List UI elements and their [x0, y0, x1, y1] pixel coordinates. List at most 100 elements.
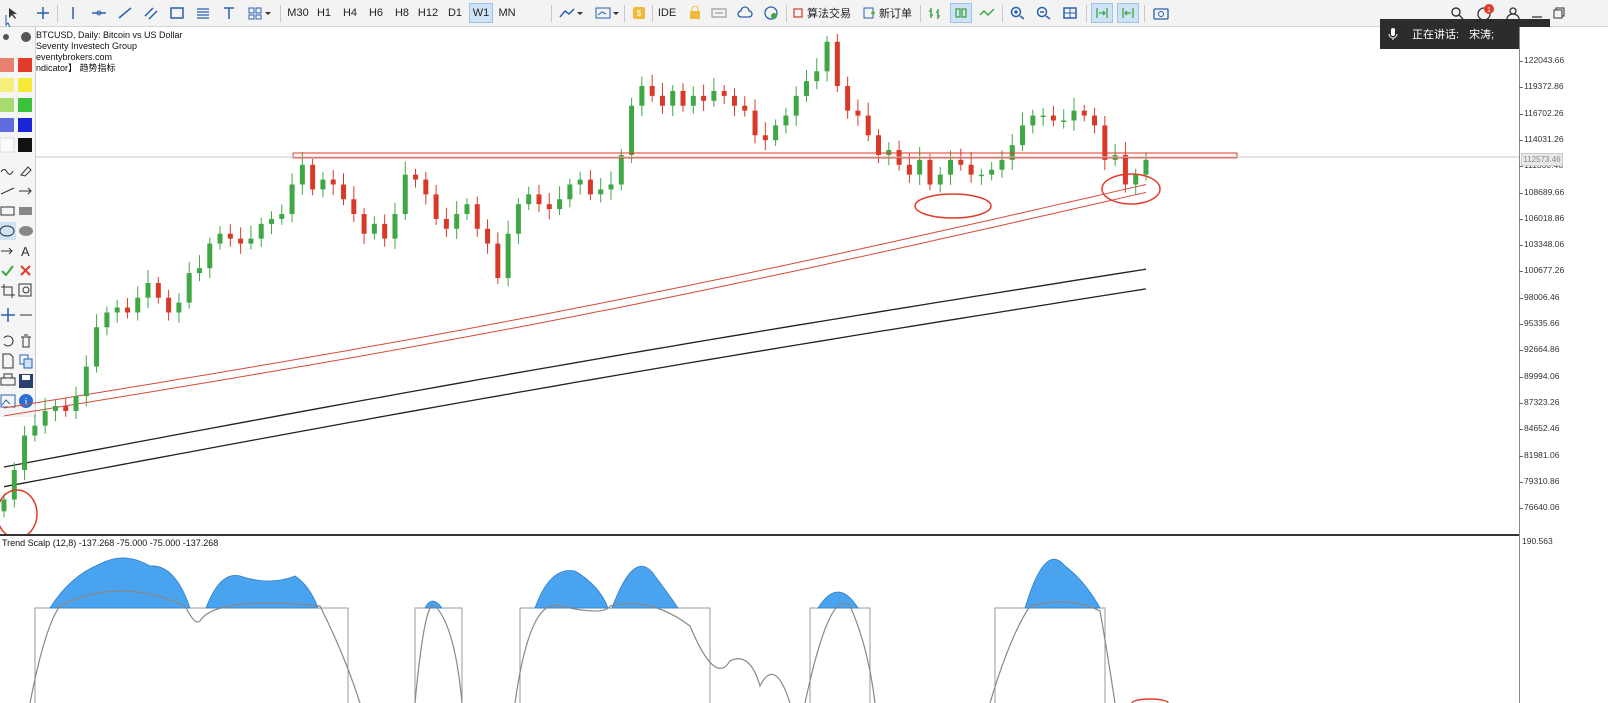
candle-body: [803, 81, 809, 96]
candle-body: [104, 312, 110, 328]
candle-body: [22, 435, 28, 470]
candle-body: [289, 184, 295, 215]
indicator-fill-area: [534, 570, 609, 609]
chart-type-dropdown-icon[interactable]: [556, 3, 586, 23]
candle-body: [94, 327, 100, 367]
algo-trading-button[interactable]: 算法交易: [790, 3, 856, 23]
indicator-pane[interactable]: [0, 536, 1519, 703]
candle-body: [587, 179, 593, 195]
template-dropdown-icon[interactable]: [592, 3, 622, 23]
restore-icon[interactable]: [1548, 3, 1570, 23]
timeframe-mn[interactable]: [521, 3, 547, 23]
timeframe-m30[interactable]: M30: [285, 3, 311, 23]
indicator-step-line: [994, 607, 1106, 703]
fibonacci-icon[interactable]: [192, 3, 214, 23]
trendline-icon[interactable]: [114, 3, 136, 23]
price-chart[interactable]: [0, 27, 1519, 534]
autoscroll-icon[interactable]: [1091, 3, 1113, 23]
candle-body: [649, 86, 655, 96]
price-scale-label: 122043.66: [1518, 55, 1565, 65]
coin-icon[interactable]: $: [628, 3, 650, 23]
candle-body: [546, 204, 552, 210]
candle-body: [413, 174, 419, 180]
new-order-label: 新订单: [879, 8, 912, 20]
line-chart-icon[interactable]: [976, 3, 998, 23]
signals-icon[interactable]: [708, 3, 730, 23]
candle-body: [166, 297, 172, 313]
candle-body: [310, 164, 316, 190]
new-order-button[interactable]: 新订单: [860, 3, 916, 23]
horizontal-line-icon[interactable]: [88, 3, 110, 23]
tile-windows-icon[interactable]: [1059, 3, 1081, 23]
candle-body: [742, 105, 748, 111]
bar-chart-icon[interactable]: [924, 3, 946, 23]
candle-body: [526, 194, 532, 205]
candle-body: [495, 243, 501, 279]
indicator-oscillator-line: [804, 602, 876, 703]
candle-body: [485, 228, 491, 244]
candle-body: [176, 302, 182, 313]
timeframe-d1[interactable]: W1: [469, 3, 493, 23]
candle-body: [464, 204, 470, 215]
candle-body: [948, 159, 954, 175]
current-price-tag: 112573.46: [1521, 153, 1563, 166]
price-scale[interactable]: 122043.66119372.86116702.26114031.261113…: [1518, 27, 1608, 703]
candle-body: [124, 307, 130, 313]
candle-body: [392, 214, 398, 239]
timeframe-h4b[interactable]: H6: [364, 3, 388, 23]
chart-shift-icon[interactable]: [1117, 3, 1139, 23]
candle-body: [32, 425, 38, 436]
price-scale-label: 95335.66: [1518, 318, 1560, 328]
candle-body: [978, 174, 984, 177]
candle-body: [11, 469, 17, 500]
price-scale-label: 89994.06: [1518, 370, 1560, 381]
timeframe-h4[interactable]: H4: [338, 3, 362, 23]
candle-body: [865, 115, 871, 136]
shapes-dropdown-icon[interactable]: [244, 3, 274, 23]
timeframe-h6[interactable]: H8: [390, 3, 414, 23]
lock-bag-icon[interactable]: [684, 3, 706, 23]
timeframe-h12[interactable]: D1: [442, 3, 468, 23]
candlestick-icon[interactable]: [950, 3, 972, 23]
candle-body: [1143, 159, 1149, 175]
zoom-out-icon[interactable]: [1033, 3, 1055, 23]
candle-body: [639, 86, 645, 106]
candle-body: [320, 179, 326, 190]
vertical-line-icon[interactable]: [62, 3, 84, 23]
candle-body: [227, 233, 233, 239]
candle-body: [1092, 115, 1098, 126]
rectangle-icon[interactable]: [166, 3, 188, 23]
candle-body: [341, 184, 347, 200]
screenshot-icon[interactable]: [1150, 3, 1172, 23]
ide-button[interactable]: IDE: [656, 3, 678, 23]
price-scale-label: 106018.86: [1518, 212, 1565, 223]
indicator-fill-area: [1024, 558, 1101, 609]
candle-body: [814, 71, 820, 82]
candle-body: [258, 223, 264, 239]
candle-body: [834, 41, 840, 87]
timeframe-h8[interactable]: H12: [416, 3, 440, 23]
cloud-icon[interactable]: [734, 3, 756, 23]
candle-body: [1081, 110, 1087, 116]
price-scale-label: 92664.86: [1518, 344, 1560, 355]
indicator-step-line: [519, 607, 711, 703]
candle-body: [999, 159, 1005, 170]
candle-body: [855, 110, 861, 116]
candle-body: [42, 410, 48, 426]
text-tool-icon[interactable]: [218, 3, 240, 23]
zoom-in-icon[interactable]: [1007, 3, 1029, 23]
candle-body: [361, 214, 367, 234]
candle-body: [114, 307, 120, 313]
timeframe-w1[interactable]: MN: [495, 3, 519, 23]
market-globe-icon[interactable]: [760, 3, 782, 23]
indicator-oscillator-line: [514, 603, 791, 703]
candle-body: [515, 204, 521, 234]
price-scale-label: 87323.26: [1518, 396, 1560, 407]
timeframe-h1[interactable]: H1: [312, 3, 336, 23]
crosshair-icon[interactable]: [32, 3, 54, 23]
candle-body: [268, 218, 274, 224]
channel-icon[interactable]: [140, 3, 162, 23]
candle-body: [927, 159, 933, 185]
candle-body: [680, 90, 686, 106]
candle-body: [670, 90, 676, 106]
